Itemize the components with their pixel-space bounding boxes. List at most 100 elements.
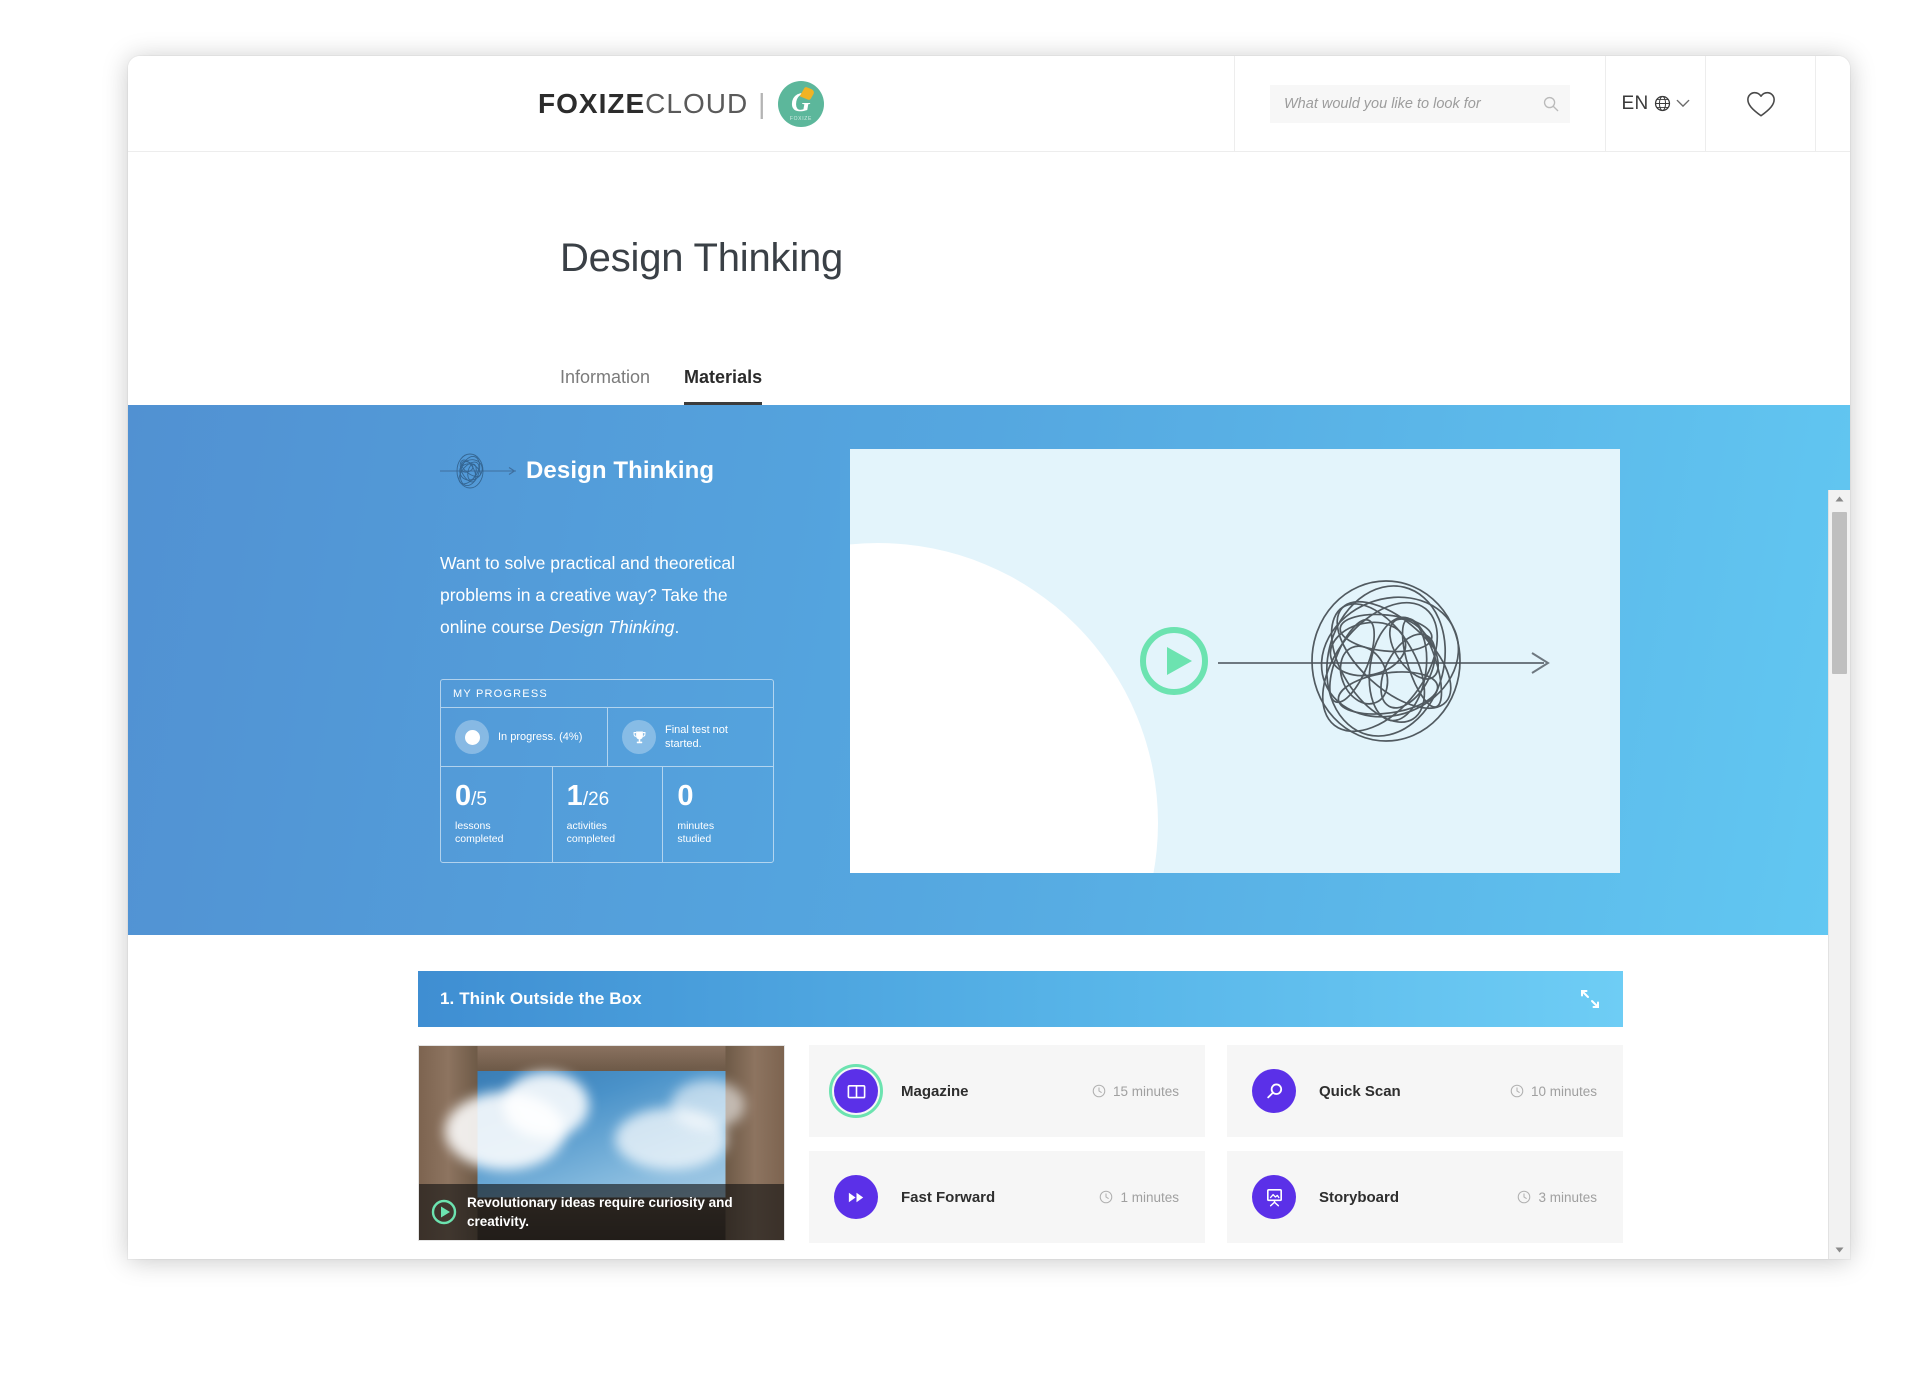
tangle-scribble-icon bbox=[440, 453, 516, 489]
stat-label-line1: activities bbox=[566, 820, 607, 832]
course-hero: Design Thinking Want to solve practical … bbox=[128, 405, 1850, 935]
hero-description: Want to solve practical and theoretical … bbox=[440, 547, 750, 643]
language-selector[interactable]: EN bbox=[1605, 56, 1705, 151]
lesson-video-thumbnail[interactable]: Revolutionary ideas require curiosity an… bbox=[418, 1045, 785, 1241]
stat-label-line1: minutes bbox=[677, 820, 715, 832]
progress-state-label: In progress. (4%) bbox=[498, 731, 583, 743]
page-title-block: Design Thinking Information Materials bbox=[128, 152, 1850, 405]
clock-icon bbox=[1092, 1084, 1106, 1098]
thumbnail-caption-text: Revolutionary ideas require curiosity an… bbox=[467, 1195, 733, 1229]
stat-label-line2: studied bbox=[677, 833, 712, 845]
tab-bar: Information Materials bbox=[560, 353, 1850, 405]
site-header: FOXIZE CLOUD | G FOXIZE What would you l… bbox=[128, 56, 1850, 152]
course-video-player[interactable] bbox=[850, 449, 1620, 873]
stat-activities-label: activities completed bbox=[567, 820, 653, 846]
header-tools: What would you like to look for EN bbox=[1234, 56, 1850, 151]
scroll-up-arrow[interactable] bbox=[1829, 490, 1850, 508]
my-progress-card: MY PROGRESS In progress. (4%) Final test… bbox=[440, 679, 774, 863]
logo-separator: | bbox=[758, 87, 766, 119]
video-decorative-arc bbox=[850, 543, 1158, 873]
stat-value: 1 bbox=[566, 780, 583, 812]
content-scrollbar[interactable] bbox=[1828, 490, 1850, 1259]
site-logo[interactable]: FOXIZE CLOUD | G FOXIZE bbox=[538, 80, 824, 127]
material-name: Storyboard bbox=[1319, 1188, 1400, 1206]
material-card-quick-scan[interactable]: Quick Scan 10 minutes bbox=[1227, 1045, 1623, 1137]
stat-value: 0 bbox=[677, 780, 694, 812]
tab-information[interactable]: Information bbox=[560, 367, 650, 405]
hero-info-column: Design Thinking Want to solve practical … bbox=[440, 405, 800, 935]
clock-icon bbox=[1510, 1084, 1524, 1098]
play-circle-icon[interactable] bbox=[431, 1199, 457, 1225]
stat-label-line2: completed bbox=[455, 833, 504, 845]
material-name: Fast Forward bbox=[901, 1188, 996, 1206]
chevron-down-icon bbox=[1835, 1247, 1844, 1253]
progress-state-in-progress: In progress. (4%) bbox=[441, 708, 607, 766]
header-tools-filler bbox=[1815, 56, 1850, 151]
stat-denominator: /26 bbox=[582, 789, 610, 810]
material-duration: 1 minutes bbox=[1099, 1190, 1185, 1205]
magnifier-icon bbox=[1266, 1083, 1282, 1098]
stat-label-line2: completed bbox=[566, 833, 616, 845]
logo-bold-text: FOXIZE bbox=[538, 87, 646, 119]
material-card-storyboard[interactable]: Storyboard 3 minutes bbox=[1227, 1151, 1623, 1243]
stat-lessons: 0/5 lessons completed bbox=[441, 767, 552, 862]
search-cell: What would you like to look for bbox=[1235, 56, 1605, 151]
cloud-shape bbox=[503, 1072, 589, 1138]
easel-picture-icon bbox=[1266, 1188, 1282, 1206]
stat-lessons-value: 0/5 bbox=[455, 782, 542, 811]
cloud-shape bbox=[671, 1080, 745, 1130]
page-title: Design Thinking bbox=[560, 236, 844, 280]
stat-value: 0 bbox=[455, 780, 472, 812]
favorites-button[interactable] bbox=[1705, 56, 1815, 151]
stat-minutes-label: minutes studied bbox=[677, 820, 763, 846]
play-circle-icon[interactable] bbox=[1138, 625, 1210, 697]
material-duration-text: 15 minutes bbox=[1112, 1083, 1179, 1099]
stat-lessons-label: lessons completed bbox=[455, 820, 542, 846]
trophy-icon bbox=[633, 731, 645, 743]
material-icon-wrap bbox=[829, 1170, 883, 1224]
search-icon[interactable] bbox=[1542, 95, 1560, 113]
logo-badge-subtext: FOXIZE bbox=[789, 115, 813, 122]
heart-icon[interactable] bbox=[1746, 90, 1776, 118]
chevron-up-icon bbox=[1835, 496, 1844, 502]
progress-dot-inner bbox=[464, 729, 480, 745]
material-icon-circle bbox=[1252, 1069, 1296, 1113]
lesson-section-header[interactable]: 1. Think Outside the Box bbox=[418, 971, 1623, 1027]
chevron-down-icon[interactable] bbox=[1676, 99, 1690, 108]
stat-label-line1: lessons bbox=[455, 820, 491, 832]
thumbnail-caption-bar: Revolutionary ideas require curiosity an… bbox=[419, 1184, 784, 1240]
material-duration: 10 minutes bbox=[1510, 1084, 1603, 1099]
material-duration-text: 10 minutes bbox=[1530, 1083, 1597, 1099]
material-card-magazine[interactable]: Magazine 15 minutes bbox=[809, 1045, 1205, 1137]
progress-states-row: In progress. (4%) Final test not started… bbox=[441, 708, 773, 767]
material-duration-text: 1 minutes bbox=[1120, 1189, 1179, 1205]
scroll-down-arrow[interactable] bbox=[1829, 1241, 1850, 1259]
tab-materials[interactable]: Materials bbox=[684, 367, 763, 405]
clock-icon bbox=[1100, 1190, 1113, 1204]
material-card-fast-forward[interactable]: Fast Forward 1 minutes bbox=[809, 1151, 1205, 1243]
browser-window: FOXIZE CLOUD | G FOXIZE What would you l… bbox=[128, 56, 1850, 1259]
material-icon-circle bbox=[834, 1175, 878, 1219]
progress-dot-icon bbox=[455, 720, 489, 754]
scrollbar-thumb[interactable] bbox=[1832, 512, 1847, 674]
material-icon-circle bbox=[1252, 1175, 1296, 1219]
stat-denominator: /5 bbox=[471, 789, 487, 810]
material-duration: 15 minutes bbox=[1092, 1084, 1185, 1099]
fast-forward-icon bbox=[848, 1192, 863, 1202]
material-name: Quick Scan bbox=[1319, 1082, 1401, 1100]
material-icon-wrap bbox=[1247, 1170, 1301, 1224]
materials-content: 1. Think Outside the Box Revolutionary i… bbox=[128, 935, 1850, 1243]
collapse-arrows-icon[interactable] bbox=[1579, 988, 1601, 1010]
search-input[interactable]: What would you like to look for bbox=[1270, 84, 1570, 123]
my-progress-heading: MY PROGRESS bbox=[441, 680, 773, 708]
hero-description-emphasis: Design Thinking bbox=[548, 617, 675, 637]
lesson-body: Revolutionary ideas require curiosity an… bbox=[418, 1027, 1623, 1243]
stat-activities-value: 1/26 bbox=[567, 782, 653, 811]
progress-state-final-test: Final test not started. bbox=[607, 708, 773, 766]
material-list: Magazine 15 minutes Quick Scan 10 minute… bbox=[809, 1045, 1623, 1243]
material-duration-text: 3 minutes bbox=[1538, 1189, 1597, 1205]
completion-ring bbox=[829, 1064, 883, 1118]
logo-light-text: CLOUD bbox=[645, 87, 749, 119]
stat-activities: 1/26 activities completed bbox=[551, 767, 663, 862]
hero-description-end: . bbox=[674, 617, 680, 637]
